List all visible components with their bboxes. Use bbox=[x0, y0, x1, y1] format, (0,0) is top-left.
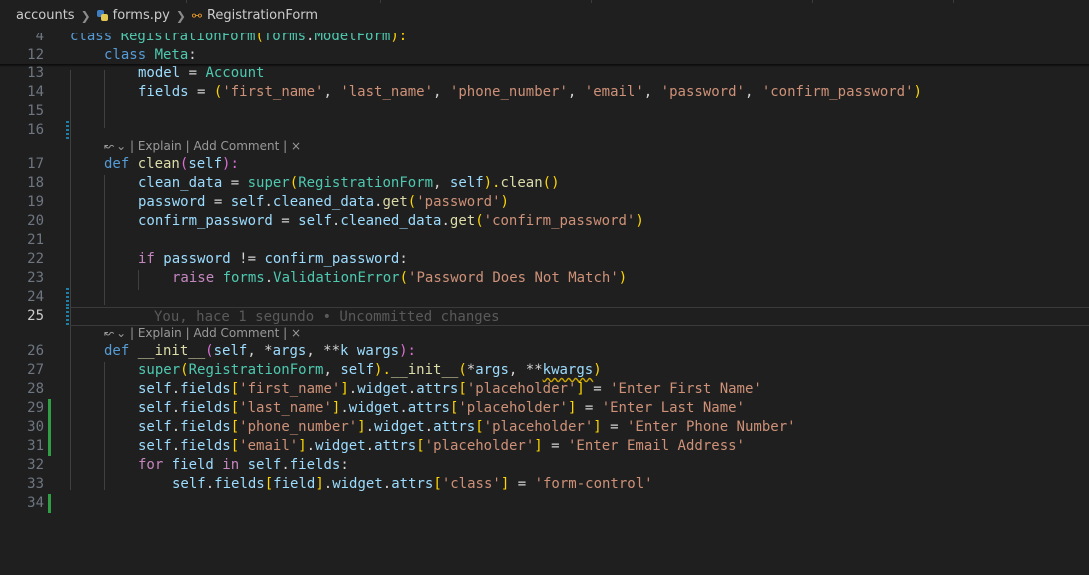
code-line[interactable]: 26 def __init__(self, *args, **k wargs): bbox=[0, 342, 1089, 361]
line-number: 18 bbox=[27, 175, 44, 191]
line-code: self.fields['email'].widget.attrs['place… bbox=[138, 438, 745, 454]
gutter-modified-marker[interactable] bbox=[66, 288, 69, 307]
line-number: 23 bbox=[27, 270, 44, 286]
code-line[interactable]: 19 password = self.cleaned_data.get('pas… bbox=[0, 193, 1089, 212]
gutter-added-marker[interactable] bbox=[48, 399, 51, 418]
code-line[interactable]: 28 self.fields['first_name'].widget.attr… bbox=[0, 380, 1089, 399]
code-line[interactable]: 31 self.fields['email'].widget.attrs['pl… bbox=[0, 437, 1089, 456]
line-number: 28 bbox=[27, 381, 44, 397]
line-code: def __init__(self, *args, **k wargs): bbox=[104, 343, 416, 359]
code-line[interactable]: 20 confirm_password = self.cleaned_data.… bbox=[0, 212, 1089, 231]
breadcrumb-file[interactable]: forms.py bbox=[113, 8, 170, 23]
gutter-modified-marker[interactable] bbox=[66, 307, 69, 326]
line-number: 27 bbox=[27, 362, 44, 378]
line-number: 15 bbox=[27, 103, 44, 119]
code-line[interactable]: 15 bbox=[0, 102, 1089, 121]
code-line[interactable]: 29 self.fields['last_name'].widget.attrs… bbox=[0, 399, 1089, 418]
line-code: self.fields['phone_number'].widget.attrs… bbox=[138, 419, 796, 435]
line-number: 19 bbox=[27, 194, 44, 210]
line-code: confirm_password = self.cleaned_data.get… bbox=[138, 213, 644, 229]
line-code: for field in self.fields: bbox=[138, 457, 349, 473]
line-number: 14 bbox=[27, 84, 44, 100]
gutter-added-marker[interactable] bbox=[48, 494, 51, 513]
line-code: password = self.cleaned_data.get('passwo… bbox=[138, 194, 509, 210]
line-code: clean_data = super(RegistrationForm, sel… bbox=[138, 175, 560, 191]
explain-link[interactable]: Explain bbox=[138, 139, 182, 153]
chevron-down-icon[interactable]: ⌄ bbox=[116, 326, 126, 340]
code-line[interactable]: 12 class Meta: bbox=[0, 46, 1089, 65]
breadcrumb-symbol[interactable]: RegistrationForm bbox=[207, 8, 318, 23]
code-line[interactable]: 34 bbox=[0, 494, 1089, 513]
gutter-added-marker[interactable] bbox=[48, 418, 51, 437]
codelens: ↜ ⌄ | Explain | Add Comment | × bbox=[104, 326, 302, 340]
line-number: 25 bbox=[27, 308, 44, 324]
line-number: 17 bbox=[27, 156, 44, 172]
add-comment-link[interactable]: Add Comment bbox=[193, 326, 279, 340]
line-number: 20 bbox=[27, 213, 44, 229]
line-code: self.fields['first_name'].widget.attrs['… bbox=[138, 381, 762, 397]
line-number: 33 bbox=[27, 476, 44, 492]
line-code: if password != confirm_password: bbox=[138, 251, 408, 267]
explain-link[interactable]: Explain bbox=[138, 326, 182, 340]
code-line[interactable]: 32 for field in self.fields: bbox=[0, 456, 1089, 475]
line-number: 24 bbox=[27, 289, 44, 305]
python-file-icon bbox=[96, 10, 108, 21]
code-line[interactable]: 22 if password != confirm_password: bbox=[0, 250, 1089, 269]
code-line[interactable]: 23 raise forms.ValidationError('Password… bbox=[0, 269, 1089, 288]
chevron-right-icon: ❯ bbox=[175, 8, 186, 23]
code-line[interactable]: 33 self.fields[field].widget.attrs['clas… bbox=[0, 475, 1089, 494]
line-number: 26 bbox=[27, 343, 44, 359]
line-code: raise forms.ValidationError('Password Do… bbox=[172, 270, 628, 286]
line-number: 30 bbox=[27, 419, 44, 435]
line-number: 32 bbox=[27, 457, 44, 473]
close-icon[interactable]: × bbox=[291, 326, 301, 340]
sticky-scroll-shadow bbox=[0, 64, 1089, 67]
gutter-modified-marker[interactable] bbox=[66, 121, 69, 140]
line-code: self.fields['last_name'].widget.attrs['p… bbox=[138, 400, 745, 416]
code-line[interactable]: 30 self.fields['phone_number'].widget.at… bbox=[0, 418, 1089, 437]
gutter-added-marker[interactable] bbox=[48, 437, 51, 456]
code-icon: ↜ bbox=[104, 139, 115, 153]
breadcrumb-folder[interactable]: accounts bbox=[16, 8, 75, 23]
line-number: 22 bbox=[27, 251, 44, 267]
code-icon: ↜ bbox=[104, 326, 115, 340]
code-line[interactable]: 27 super(RegistrationForm, self).__init_… bbox=[0, 361, 1089, 380]
code-line[interactable]: 18 clean_data = super(RegistrationForm, … bbox=[0, 174, 1089, 193]
codelens: ↜ ⌄ | Explain | Add Comment | × bbox=[104, 139, 302, 153]
code-line[interactable]: 14 fields = ('first_name', 'last_name', … bbox=[0, 83, 1089, 102]
line-number: 34 bbox=[27, 495, 44, 511]
code-line[interactable]: 21 bbox=[0, 231, 1089, 250]
line-number: 21 bbox=[27, 232, 44, 248]
chevron-down-icon[interactable]: ⌄ bbox=[116, 139, 126, 153]
code-line[interactable]: 17 def clean(self): bbox=[0, 155, 1089, 174]
code-editor[interactable]: You, hace 1 segundo • Uncommitted change… bbox=[0, 0, 1089, 575]
add-comment-link[interactable]: Add Comment bbox=[193, 139, 279, 153]
line-number: 12 bbox=[27, 47, 44, 63]
line-code: fields = ('first_name', 'last_name', 'ph… bbox=[138, 84, 922, 100]
close-icon[interactable]: × bbox=[291, 139, 301, 153]
line-code: class Meta: bbox=[104, 47, 197, 63]
line-number: 29 bbox=[27, 400, 44, 416]
line-code: def clean(self): bbox=[104, 156, 239, 172]
line-number: 31 bbox=[27, 438, 44, 454]
class-symbol-icon: ⚯ bbox=[191, 8, 202, 23]
warning-squiggle: kwargs bbox=[542, 362, 594, 378]
chevron-right-icon: ❯ bbox=[80, 8, 91, 23]
line-code: self.fields[field].widget.attrs['class']… bbox=[172, 476, 653, 492]
line-number: 16 bbox=[27, 122, 44, 138]
code-line[interactable]: 24 bbox=[0, 288, 1089, 307]
line-code: super(RegistrationForm, self).__init__(*… bbox=[138, 362, 602, 378]
breadcrumb: accounts ❯ forms.py ❯ ⚯ RegistrationForm bbox=[0, 0, 1089, 33]
